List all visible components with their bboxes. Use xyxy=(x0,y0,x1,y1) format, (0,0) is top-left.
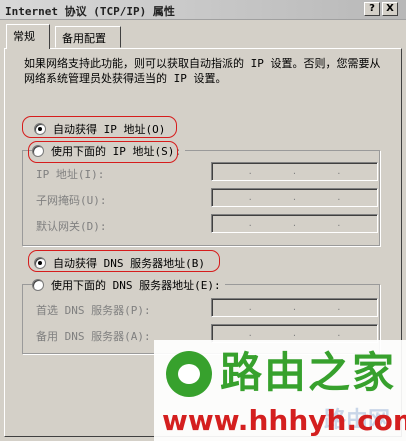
dns-manual-label: 使用下面的 DNS 服务器地址(E): xyxy=(51,279,221,292)
tab-general[interactable]: 常规 xyxy=(6,24,50,49)
dns-auto-option[interactable]: 自动获得 DNS 服务器地址(B) xyxy=(34,255,205,271)
ip-manual-radio[interactable] xyxy=(32,145,44,157)
ip-auto-label: 自动获得 IP 地址(O) xyxy=(53,123,166,136)
preferred-dns-label: 首选 DNS 服务器(P): xyxy=(36,304,151,317)
ip-auto-radio[interactable] xyxy=(34,123,46,135)
title-bar[interactable]: Internet 协议 (TCP/IP) 属性 ? X xyxy=(0,0,406,20)
tab-alternate-config[interactable]: 备用配置 xyxy=(55,26,121,48)
default-gateway-label: 默认网关(D): xyxy=(36,220,107,233)
ip-address-label: IP 地址(I): xyxy=(36,168,105,181)
subnet-mask-label: 子网掩码(U): xyxy=(36,194,107,207)
alternate-dns-label: 备用 DNS 服务器(A): xyxy=(36,330,151,343)
dns-auto-label: 自动获得 DNS 服务器地址(B) xyxy=(53,257,205,270)
dns-manual-radio[interactable] xyxy=(32,279,44,291)
brand-name: 路由之家 xyxy=(220,348,397,397)
brand-logo-icon xyxy=(166,351,212,397)
tcpip-properties-dialog: Internet 协议 (TCP/IP) 属性 ? X 常规 备用配置 如果网络… xyxy=(0,0,406,441)
window-title: Internet 协议 (TCP/IP) 属性 xyxy=(5,5,175,18)
description-text: 如果网络支持此功能，则可以获取自动指派的 IP 设置。否则，您需要从网络系统管理… xyxy=(24,57,381,85)
watermark-logo: 路由之家 路由网 www.hhhyh.com xyxy=(154,340,406,441)
dns-manual-option[interactable]: 使用下面的 DNS 服务器地址(E): xyxy=(32,277,225,293)
close-button[interactable]: X xyxy=(382,2,398,16)
brand-url: www.hhhyh.com xyxy=(162,404,406,437)
help-button[interactable]: ? xyxy=(364,2,380,16)
default-gateway-field: . . . xyxy=(211,214,378,233)
preferred-dns-field: . . . xyxy=(211,298,378,317)
ip-manual-label: 使用下面的 IP 地址(S): xyxy=(51,145,181,158)
ip-address-field: . . . xyxy=(211,162,378,181)
ip-auto-option[interactable]: 自动获得 IP 地址(O) xyxy=(34,121,165,137)
dns-auto-radio[interactable] xyxy=(34,257,46,269)
ip-manual-option[interactable]: 使用下面的 IP 地址(S): xyxy=(32,143,185,159)
subnet-mask-field: . . . xyxy=(211,188,378,207)
